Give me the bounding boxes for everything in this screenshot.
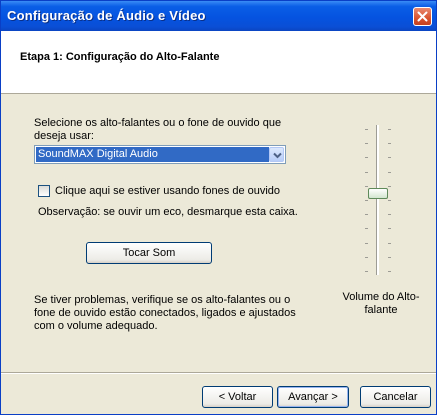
volume-tick [365,200,368,201]
volume-tick [388,271,391,272]
back-button[interactable]: < Voltar [202,386,273,408]
volume-tick [365,129,368,130]
volume-tick [365,157,368,159]
volume-tick [388,256,391,258]
volume-tick [365,256,368,258]
volume-tick [388,171,391,173]
volume-tick [365,214,368,216]
volume-tick [388,185,391,187]
volume-tick [388,129,391,130]
volume-tick [365,228,368,230]
volume-tick [365,242,368,244]
dialog-window: Configuração de Áudio e Vídeo Etapa 1: C… [0,0,437,415]
speaker-select[interactable]: SoundMAX Digital Audio [34,145,286,164]
close-button[interactable] [413,7,432,26]
wizard-header: Etapa 1: Configuração do Alto-Falante [1,31,436,94]
window-title: Configuração de Áudio e Vídeo [7,8,206,23]
volume-tick [388,157,391,159]
headphones-checkbox[interactable] [38,185,50,197]
volume-tick [388,228,391,230]
volume-tick [388,214,391,216]
footer-separator [1,372,436,374]
speaker-select-value: SoundMAX Digital Audio [36,147,269,162]
echo-note: Observação: se ouvir um eco, desmarque e… [38,206,298,218]
volume-tick [388,242,391,244]
chevron-down-icon [273,152,282,159]
volume-tick [365,143,368,145]
help-text: Se tiver problemas, verifique se os alto… [34,294,296,332]
volume-tick [365,271,368,272]
volume-label: Volume do Alto-falante [342,291,420,316]
title-bar[interactable]: Configuração de Áudio e Vídeo [1,1,436,31]
dropdown-button[interactable] [269,147,284,162]
step-title: Etapa 1: Configuração do Alto-Falante [20,51,220,63]
volume-tick [365,185,368,187]
headphones-checkbox-label[interactable]: Clique aqui se estiver usando fones de o… [55,185,280,197]
volume-tick [388,143,391,145]
volume-slider[interactable] [354,121,402,281]
volume-tick [388,200,391,201]
play-sound-button[interactable]: Tocar Som [86,242,212,264]
volume-slider-track[interactable] [376,125,379,275]
volume-slider-thumb[interactable] [368,187,388,199]
volume-tick [365,171,368,173]
cancel-button[interactable]: Cancelar [360,386,431,408]
next-button[interactable]: Avançar > [277,386,349,408]
speaker-prompt: Selecione os alto-falantes ou o fone de … [34,117,282,142]
close-icon [417,11,428,22]
